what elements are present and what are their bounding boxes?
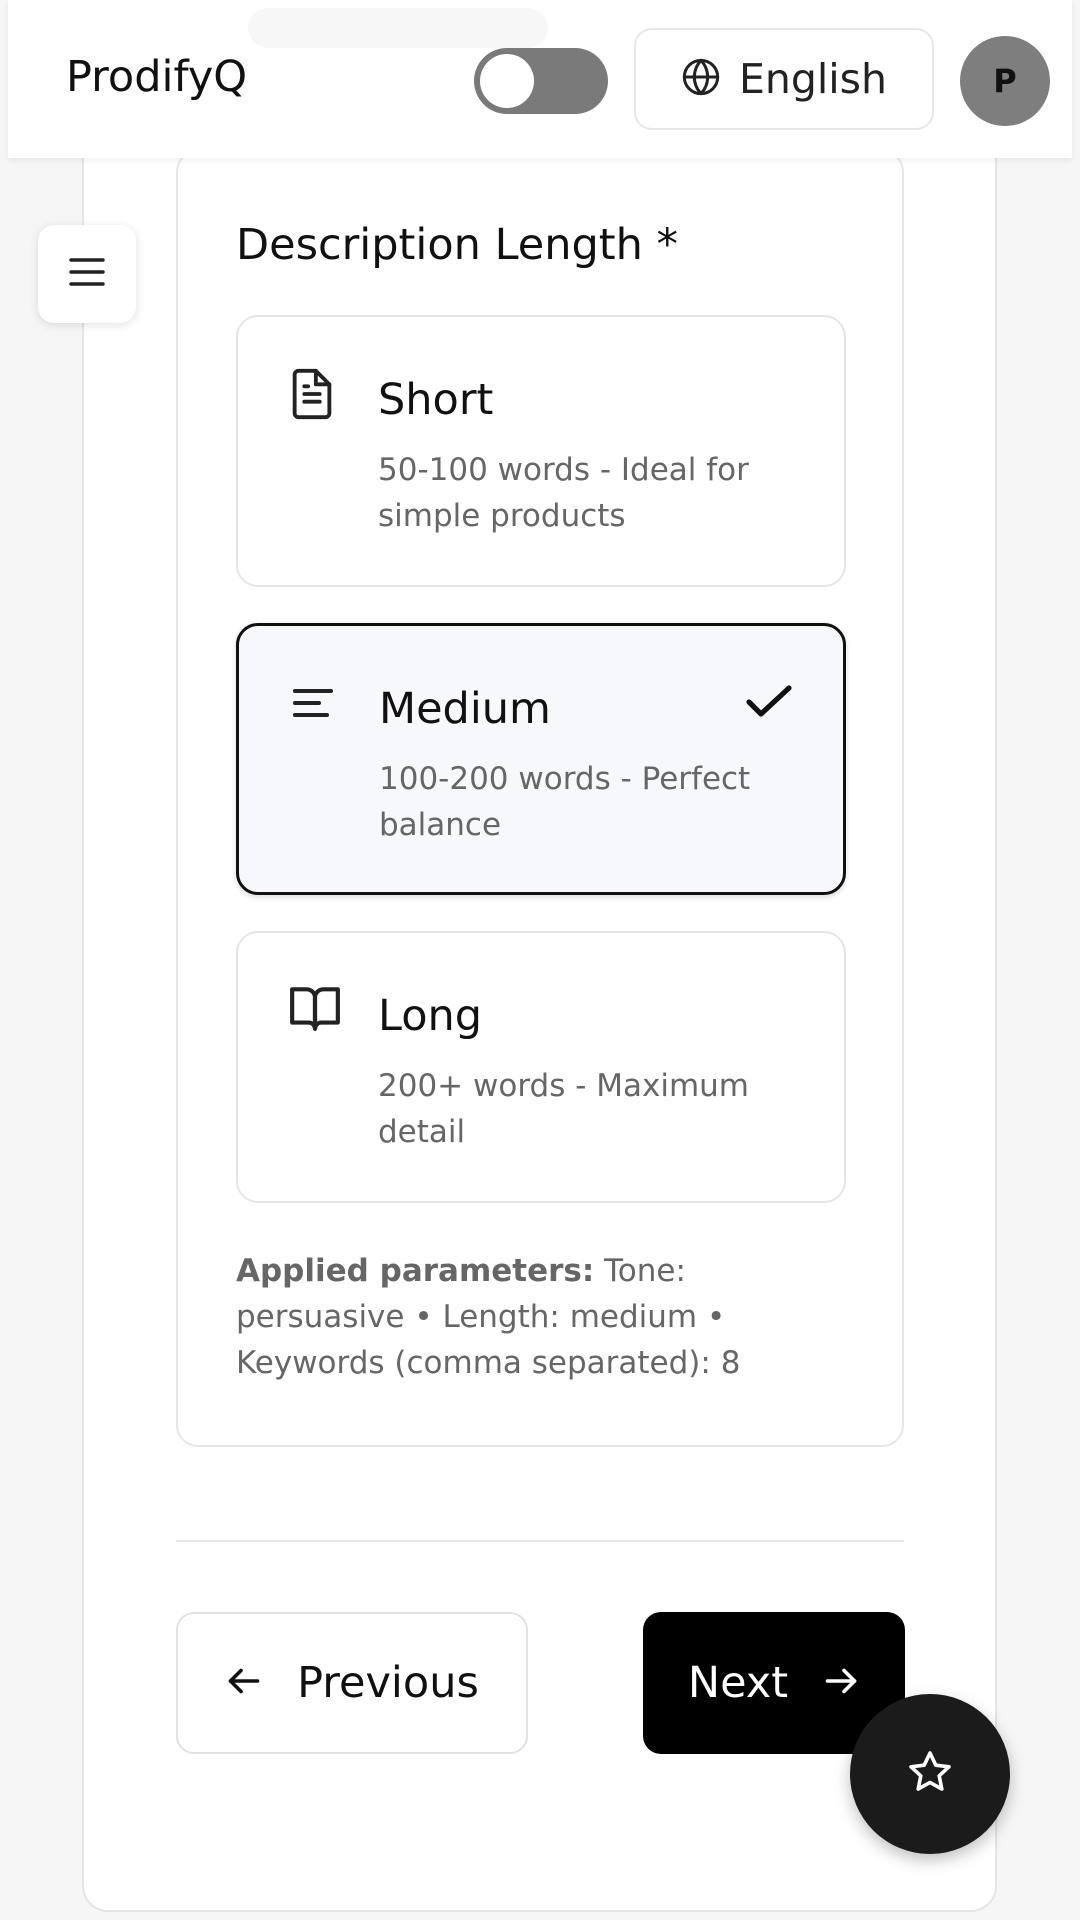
- option-title: Short: [378, 375, 494, 425]
- top-header: ProdifyQ English P: [8, 0, 1072, 158]
- hamburger-icon: [67, 255, 107, 293]
- avatar[interactable]: P: [960, 36, 1050, 126]
- check-icon: [745, 682, 793, 722]
- language-label: English: [738, 55, 888, 103]
- previous-button[interactable]: Previous: [176, 1612, 528, 1754]
- star-icon: [906, 1748, 954, 1800]
- globe-icon: [681, 57, 721, 101]
- menu-button[interactable]: [38, 225, 136, 323]
- applied-parameters-label: Applied parameters:: [236, 1253, 595, 1289]
- applied-parameters: Applied parameters: Tone: persuasive • L…: [236, 1248, 856, 1386]
- option-medium[interactable]: Medium 100-200 words - Perfect balance: [236, 623, 846, 895]
- option-description: 200+ words - Maximum detail: [378, 1068, 749, 1150]
- arrow-left-icon: [225, 1666, 263, 1700]
- option-description: 100-200 words - Perfect balance: [379, 761, 751, 843]
- favorite-fab[interactable]: [850, 1694, 1010, 1854]
- toggle-knob: [480, 54, 534, 108]
- divider: [176, 1540, 904, 1542]
- align-left-icon: [289, 676, 337, 730]
- option-title: Long: [378, 991, 483, 1041]
- next-label: Next: [687, 1658, 789, 1708]
- option-long[interactable]: Long 200+ words - Maximum detail: [236, 931, 846, 1203]
- theme-toggle[interactable]: [474, 48, 608, 114]
- language-button[interactable]: English: [634, 28, 934, 130]
- app-title[interactable]: ProdifyQ: [66, 52, 247, 102]
- open-book-icon: [288, 983, 340, 1037]
- section-title: Description Length *: [236, 220, 679, 270]
- document-icon: [288, 367, 336, 421]
- option-title: Medium: [379, 684, 551, 734]
- arrow-right-icon: [822, 1666, 860, 1700]
- option-description: 50-100 words - Ideal for simple products: [378, 452, 749, 534]
- option-short[interactable]: Short 50-100 words - Ideal for simple pr…: [236, 315, 846, 587]
- header-decoration: [248, 8, 548, 48]
- previous-label: Previous: [297, 1658, 479, 1708]
